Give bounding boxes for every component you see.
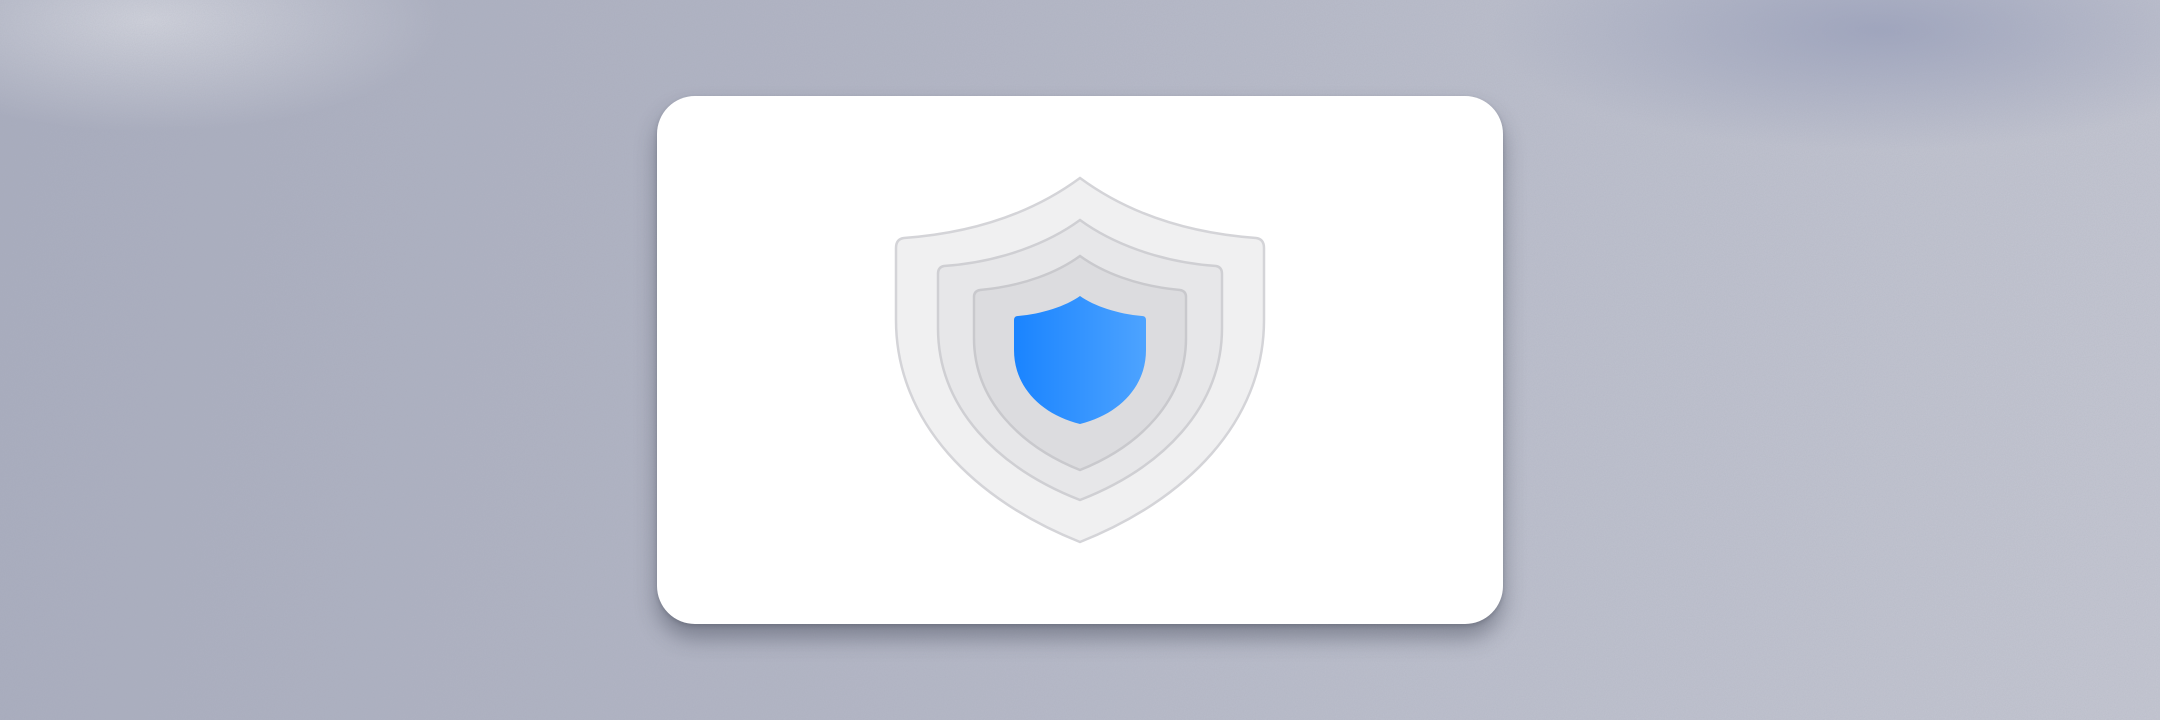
security-shield-icon — [894, 176, 1266, 544]
